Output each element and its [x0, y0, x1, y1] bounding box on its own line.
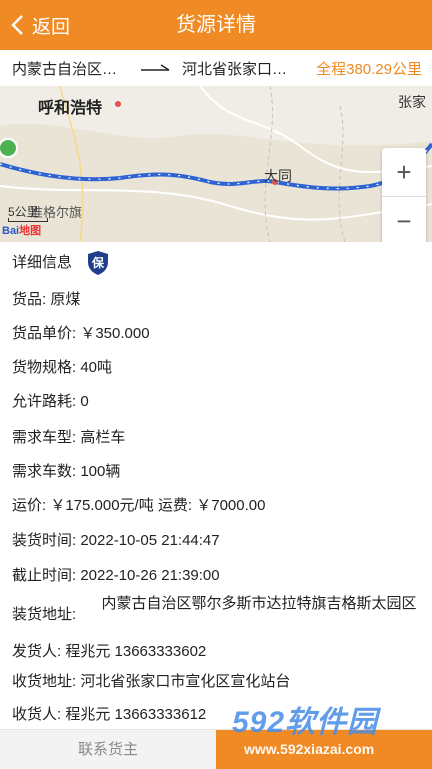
receive-address-row: 收货地址: 河北省张家口市宣化区宣化站台: [12, 673, 291, 690]
unit-price-row: 货品单价: ￥350.000: [12, 325, 150, 342]
route-destination: 河北省张家口…: [182, 60, 288, 78]
back-button[interactable]: 返回: [8, 8, 70, 42]
city-label-datong: 大同: [264, 168, 292, 184]
section-header: 详细信息 保: [12, 250, 110, 276]
zoom-in-button[interactable]: +: [382, 148, 426, 197]
route-origin: 内蒙古自治区…: [12, 60, 118, 78]
site-watermark: 592软件园 www.592xiazai.com: [232, 697, 432, 768]
sender-row: 发货人: 程兆元 13663333602: [12, 643, 207, 660]
load-address-label: 装货地址:: [12, 606, 77, 623]
deadline-row: 截止时间: 2022-10-26 21:39:00: [12, 567, 220, 584]
arrow-right-icon: [130, 62, 182, 74]
map-zoom-control: + −: [382, 148, 426, 242]
load-time-row: 装货时间: 2022-10-05 21:44:47: [12, 532, 220, 549]
watermark-brand: 592软件园: [232, 706, 379, 739]
watermark-url: www.592xiazai.com: [244, 741, 375, 757]
city-label-zhangjiakou: 张家: [398, 94, 426, 110]
section-title: 详细信息: [12, 253, 73, 271]
load-address-value: 内蒙古自治区鄂尔多斯市达拉特旗吉格斯太园区: [101, 595, 417, 612]
allowed-loss-row: 允许路耗: 0: [12, 393, 89, 410]
truck-type-row: 需求车型: 高栏车: [12, 429, 126, 446]
chevron-left-icon: [11, 15, 23, 35]
back-label: 返回: [32, 16, 71, 38]
route-total-distance: 全程380.29公里: [316, 60, 422, 78]
shield-icon: 保: [86, 250, 110, 276]
zoom-out-button[interactable]: −: [382, 197, 426, 242]
contact-owner-button[interactable]: 联系货主: [0, 730, 216, 769]
goods-row: 货品: 原煤: [12, 291, 81, 308]
truck-count-row: 需求车数: 100辆: [12, 463, 121, 480]
spec-row: 货物规格: 40吨: [12, 359, 113, 376]
freight-row: 运价: ￥175.000元/吨 运费: ￥7000.00: [12, 497, 266, 514]
svg-text:保: 保: [91, 255, 105, 270]
city-label-hohhot: 呼和浩特: [38, 100, 103, 117]
header-bar: 返回 货源详情: [0, 0, 432, 50]
route-summary: 内蒙古自治区… 河北省张家口… 全程380.29公里: [0, 50, 432, 86]
baidu-map-logo: Bai地图: [2, 225, 42, 237]
receiver-row: 收货人: 程兆元 13663333612: [12, 706, 207, 723]
route-map[interactable]: 呼和浩特 张家 大同 准格尔旗 5公里 Bai地图 + −: [0, 86, 432, 242]
